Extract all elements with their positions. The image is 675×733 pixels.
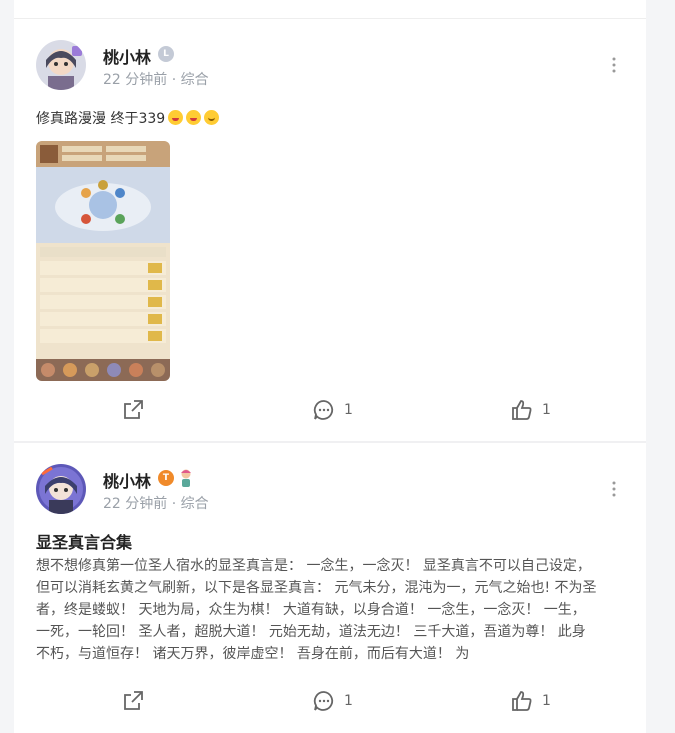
- post-body-line: 者，终是蝼蚁！ 天地为局，众生为棋！ 大道有缺，以身合道！ 一念生，一念灭！ 一…: [36, 602, 586, 618]
- post-card[interactable]: 桃小林 L 22 分钟前 · 综合 修真路漫漫 终于339 1 1: [14, 19, 646, 441]
- like-button[interactable]: 1: [510, 395, 551, 425]
- avatar[interactable]: [36, 464, 86, 514]
- post-body-line: 一死，一轮回！ 圣人者，超脱大道！ 元始无劫，道法无边！ 三千大道，吾道为尊！ …: [36, 624, 586, 640]
- post-text: 修真路漫漫 终于339: [36, 108, 220, 128]
- more-options-icon[interactable]: [604, 55, 624, 75]
- comment-count: 1: [344, 402, 353, 418]
- more-options-icon[interactable]: [604, 479, 624, 499]
- grin-emoji-icon: [168, 110, 184, 125]
- author-name[interactable]: 桃小林: [103, 468, 151, 492]
- share-icon: [124, 400, 143, 419]
- post-actions: 1 1: [14, 395, 646, 425]
- comment-count: 1: [344, 693, 353, 709]
- share-icon: [124, 691, 143, 710]
- comment-icon: [313, 691, 334, 711]
- post-meta: 22 分钟前 · 综合: [103, 72, 209, 88]
- avatar[interactable]: [36, 40, 86, 90]
- level-badge-icon: T: [158, 470, 174, 486]
- grin-emoji-icon: [186, 110, 202, 125]
- like-count: 1: [542, 402, 551, 418]
- comment-button[interactable]: 1: [312, 686, 353, 716]
- post-body-line: 但可以消耗玄黄之气刷新，以下是各显圣真言： 元气未分，混沌为一，元气之始也! 不…: [36, 580, 597, 596]
- thumbs-up-icon: [512, 691, 532, 711]
- character-badge-icon: [178, 468, 194, 488]
- share-button[interactable]: [121, 686, 145, 716]
- post-body-line: 想不想修真第一位圣人宿水的显圣真言是： 一念生，一念灭！ 显圣真言不可以自己设定…: [36, 558, 591, 574]
- post-image[interactable]: [36, 141, 170, 381]
- post-meta: 22 分钟前 · 综合: [103, 496, 209, 512]
- feed: 桃小林 L 22 分钟前 · 综合 修真路漫漫 终于339 1 1 桃小林 T …: [14, 0, 646, 733]
- post-body[interactable]: 想不想修真第一位圣人宿水的显圣真言是： 一念生，一念灭！ 显圣真言不可以自己设定…: [36, 555, 630, 665]
- comment-icon: [313, 400, 334, 420]
- post-text-content: 修真路漫漫 终于339: [36, 111, 166, 127]
- level-badge-icon: L: [158, 46, 174, 62]
- author-name[interactable]: 桃小林: [103, 44, 151, 68]
- post-title[interactable]: 显圣真言合集: [36, 529, 132, 553]
- comment-button[interactable]: 1: [312, 395, 353, 425]
- smile-emoji-icon: [204, 110, 220, 125]
- like-count: 1: [542, 693, 551, 709]
- post-body-line: 不朽，与道恒存！ 诸天万界，彼岸虚空！ 吾身在前，而后有大道！ 为: [36, 646, 470, 662]
- post-card[interactable]: 桃小林 T 22 分钟前 · 综合 显圣真言合集 想不想修真第一位圣人宿水的显圣…: [14, 443, 646, 733]
- post-actions: 1 1: [14, 686, 646, 716]
- like-button[interactable]: 1: [510, 686, 551, 716]
- thumbs-up-icon: [512, 400, 532, 420]
- share-button[interactable]: [121, 395, 145, 425]
